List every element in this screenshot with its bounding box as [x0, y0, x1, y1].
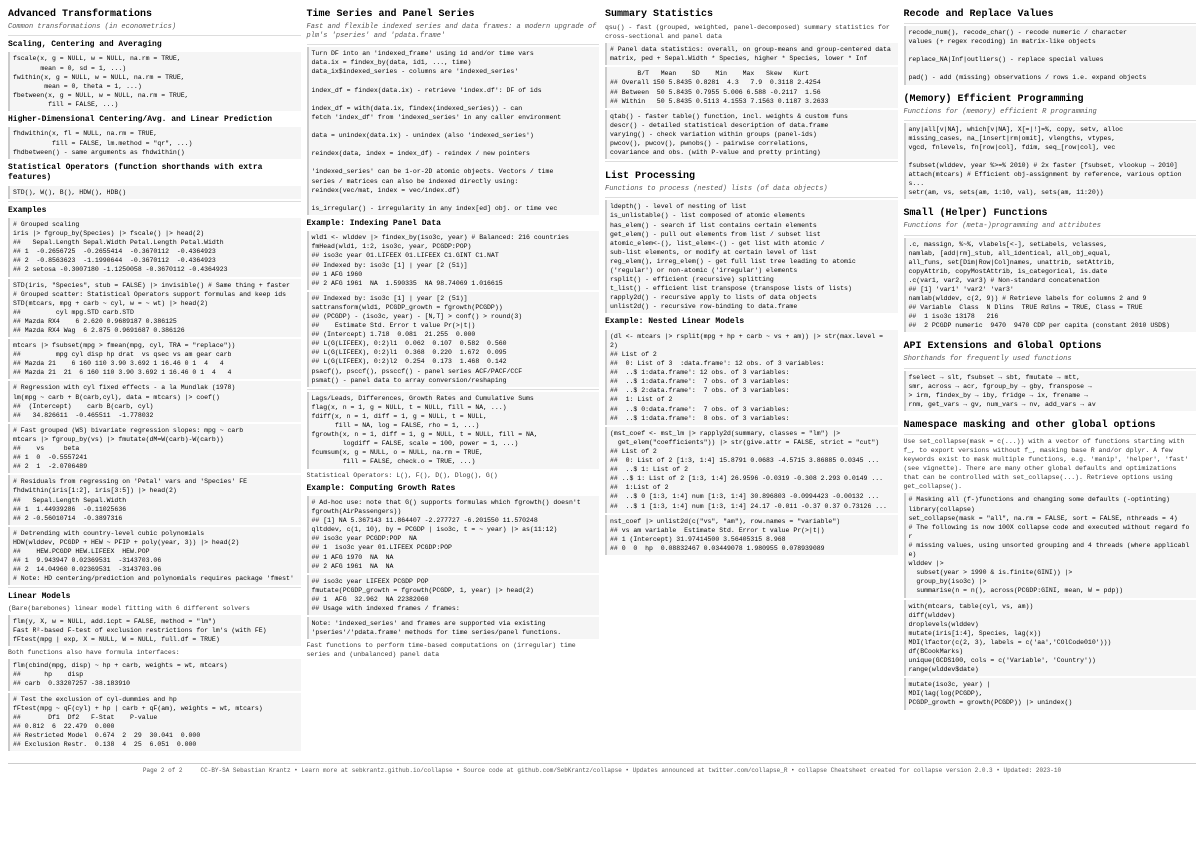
code-block-2: STD(iris, "Species", stub = FALSE) |> in… — [8, 279, 301, 338]
wld-code: with(mtcars, table(cyl, vs, am)) diff(wl… — [904, 600, 1197, 677]
recode-title: Recode and Replace Values — [904, 8, 1197, 21]
memory-subtitle: Functions for (memory) efficient R progr… — [904, 108, 1197, 117]
divider-c4-1 — [904, 23, 1197, 24]
column-4: Recode and Replace Values recode_num(), … — [904, 8, 1197, 753]
column-3: Summary Statistics qsu() - fast (grouped… — [605, 8, 898, 753]
divider-ts-1 — [307, 44, 600, 45]
namespace-section: Namespace masking and other global optio… — [904, 419, 1197, 712]
divider-c4-2 — [904, 120, 1197, 121]
code-block-6: # Residuals from regressing on 'Petal' v… — [8, 475, 301, 524]
ts-lags-code: Lags/Leads, Differences, Growth Rates an… — [307, 392, 600, 469]
scaling-code: fscale(x, g = NULL, w = NULL, na.rm = TR… — [8, 52, 301, 111]
linear-models-code: flm(y, X, w = NULL, add.icpt = FALSE, me… — [8, 615, 301, 646]
linear-models-subtitle: (Bare(barebones) linear model fitting wi… — [8, 604, 301, 613]
qsu-desc: qsu() - fast (grouped, weighted, panel-d… — [605, 23, 898, 41]
list-functions: ldepth() - level of nesting of list is_u… — [605, 200, 898, 313]
api-extensions-title: API Extensions and Global Options — [904, 340, 1197, 353]
hd-code: fhdwithin(x, fl = NULL, na.rm = TRUE, fi… — [8, 127, 301, 158]
examples-heading: Examples — [8, 206, 301, 216]
mutate-code: mutate(iso3c, year) | MDI(lag(log(PCGDP)… — [904, 678, 1197, 709]
nested-lm-heading: Example: Nested Linear Models — [605, 317, 898, 327]
small-helpers-subtitle: Functions for (meta-)programming and att… — [904, 222, 1197, 231]
column-1: Advanced Transformations Common transfor… — [8, 8, 301, 753]
namespace-text: Use set_collapse(mask = c(...)) with a v… — [904, 437, 1197, 492]
main-layout: Advanced Transformations Common transfor… — [8, 8, 1196, 774]
recode-section: Recode and Replace Values recode_num(), … — [904, 8, 1197, 87]
ts-intro-code: Turn DF into an 'indexed_frame' using id… — [307, 47, 600, 215]
growth-example-heading: Example: Computing Growth Rates — [307, 484, 600, 494]
divider-1 — [8, 35, 301, 36]
nested-code-1: (dl <- mtcars |> rsplit(mpg + hp + carb … — [605, 330, 898, 425]
namespace-code: # Masking all (f-)functions and changing… — [904, 493, 1197, 597]
api-extensions-subtitle: Shorthands for frequently used functions — [904, 355, 1197, 364]
list-processing-section: List Processing Functions to process (ne… — [605, 170, 898, 557]
note-indexed: Note: 'indexed_series' and frames are su… — [307, 617, 600, 639]
ts-code-1: wld1 <- wlddev |> findex_by(iso3c, year)… — [307, 231, 600, 290]
divider-col3-1 — [605, 161, 898, 162]
linear-code-3: # Test the exclusion of cyl-dummies and … — [8, 693, 301, 752]
small-helpers-code: .c, massign, %~%, vlabels[<-], setLabels… — [904, 238, 1197, 333]
time-series-title: Time Series and Panel Series — [307, 8, 600, 21]
stat-op-code: STD(), W(), B(), HDW(), HDB() — [8, 186, 301, 199]
namespace-title: Namespace masking and other global optio… — [904, 419, 1197, 432]
small-helpers-section: Small (Helper) Functions Functions for (… — [904, 207, 1197, 334]
divider-3 — [8, 587, 301, 588]
time-series-subtitle: Fast and flexible indexed series and dat… — [307, 23, 600, 41]
memory-code: any|all[v|NA], which[v|NA], X[=|!]=%, co… — [904, 123, 1197, 200]
list-processing-title: List Processing — [605, 170, 898, 183]
growth-code-1: # Ad-hoc use: note that G() supports for… — [307, 496, 600, 573]
summary-stats-title: Summary Statistics — [605, 8, 898, 21]
divider-c4-4 — [904, 368, 1197, 369]
summary-stats-section: Summary Statistics qsu() - fast (grouped… — [605, 8, 898, 164]
ts-code-2: ## Indexed by: iso3c [1] | year [2 (51)]… — [307, 292, 600, 387]
growth-code-2: ## iso3c year LIFEEX PCGDP POP fmutate(P… — [307, 575, 600, 615]
fast-irregular-note: Fast functions to perform time-based com… — [307, 641, 600, 659]
divider-c4-5 — [904, 434, 1197, 435]
code-block-4: # Regression with cyl fixed effects - a … — [8, 381, 301, 421]
page-number: Page 2 of 2 — [143, 767, 183, 774]
stat-ops-note: Statistical Operators: L(), F(), D(), Dl… — [307, 471, 600, 480]
nested-code-3: nst_coef |> unlist2d(c("vs", "am"), row.… — [605, 515, 898, 555]
linear-code-2: flm(cbind(mpg, disp) ~ hp + carb, weight… — [8, 659, 301, 690]
memory-title: (Memory) Efficient Programming — [904, 93, 1197, 106]
divider-ts-2 — [307, 389, 600, 390]
api-code: fselect → slt, fsubset → sbt, fmutate → … — [904, 371, 1197, 411]
code-block-1: # Grouped scaling iris |> fgroup_by(Spec… — [8, 218, 301, 277]
qsu-panel-note: # Panel data statistics: overall, on gro… — [605, 43, 898, 65]
time-series-section: Time Series and Panel Series Fast and fl… — [307, 8, 600, 661]
divider-2 — [8, 201, 301, 202]
divider-col3-2 — [605, 197, 898, 198]
linear-note: Both functions also have formula interfa… — [8, 648, 301, 657]
ts-example-heading: Example: Indexing Panel Data — [307, 219, 600, 229]
code-block-5: # Fast grouped (WS) bivariate regression… — [8, 424, 301, 473]
list-processing-subtitle: Functions to process (nested) lists (of … — [605, 185, 898, 194]
hd-heading: Higher-Dimensional Centering/Avg. and Li… — [8, 115, 301, 125]
memory-section: (Memory) Efficient Programming Functions… — [904, 93, 1197, 202]
advanced-transformations-subtitle: Common transformations (in econometrics) — [8, 23, 301, 32]
divider-c4-3 — [904, 235, 1197, 236]
small-helpers-title: Small (Helper) Functions — [904, 207, 1197, 220]
api-extensions-section: API Extensions and Global Options Shorth… — [904, 340, 1197, 412]
page-footer: Page 2 of 2 CC-BY-SA Sebastian Krantz • … — [8, 763, 1196, 774]
recode-code: recode_num(), recode_char() - recode num… — [904, 26, 1197, 85]
advanced-transformations-section: Advanced Transformations Common transfor… — [8, 8, 301, 753]
code-block-3: mtcars |> fsubset(mpg > fmean(mpg, cyl, … — [8, 339, 301, 379]
code-block-7: # Detrending with country-level cubic po… — [8, 527, 301, 586]
footer-text: CC-BY-SA Sebastian Krantz • Learn more a… — [201, 767, 1062, 774]
advanced-transformations-title: Advanced Transformations — [8, 8, 301, 21]
linear-models-title: Linear Models — [8, 592, 301, 602]
qtab-desc: qtab() - faster table() function, incl. … — [605, 110, 898, 159]
stat-op-heading: Statistical Operators (function shorthan… — [8, 163, 301, 184]
scaling-heading: Scaling, Centering and Averaging — [8, 40, 301, 50]
qsu-table: B/T Mean SD Min Max Skew Kurt ## Overall… — [605, 67, 898, 107]
column-2: Time Series and Panel Series Fast and fl… — [307, 8, 600, 753]
nested-code-2: (mst_coef <- mst_lm |> rapply2d(summary,… — [605, 427, 898, 513]
